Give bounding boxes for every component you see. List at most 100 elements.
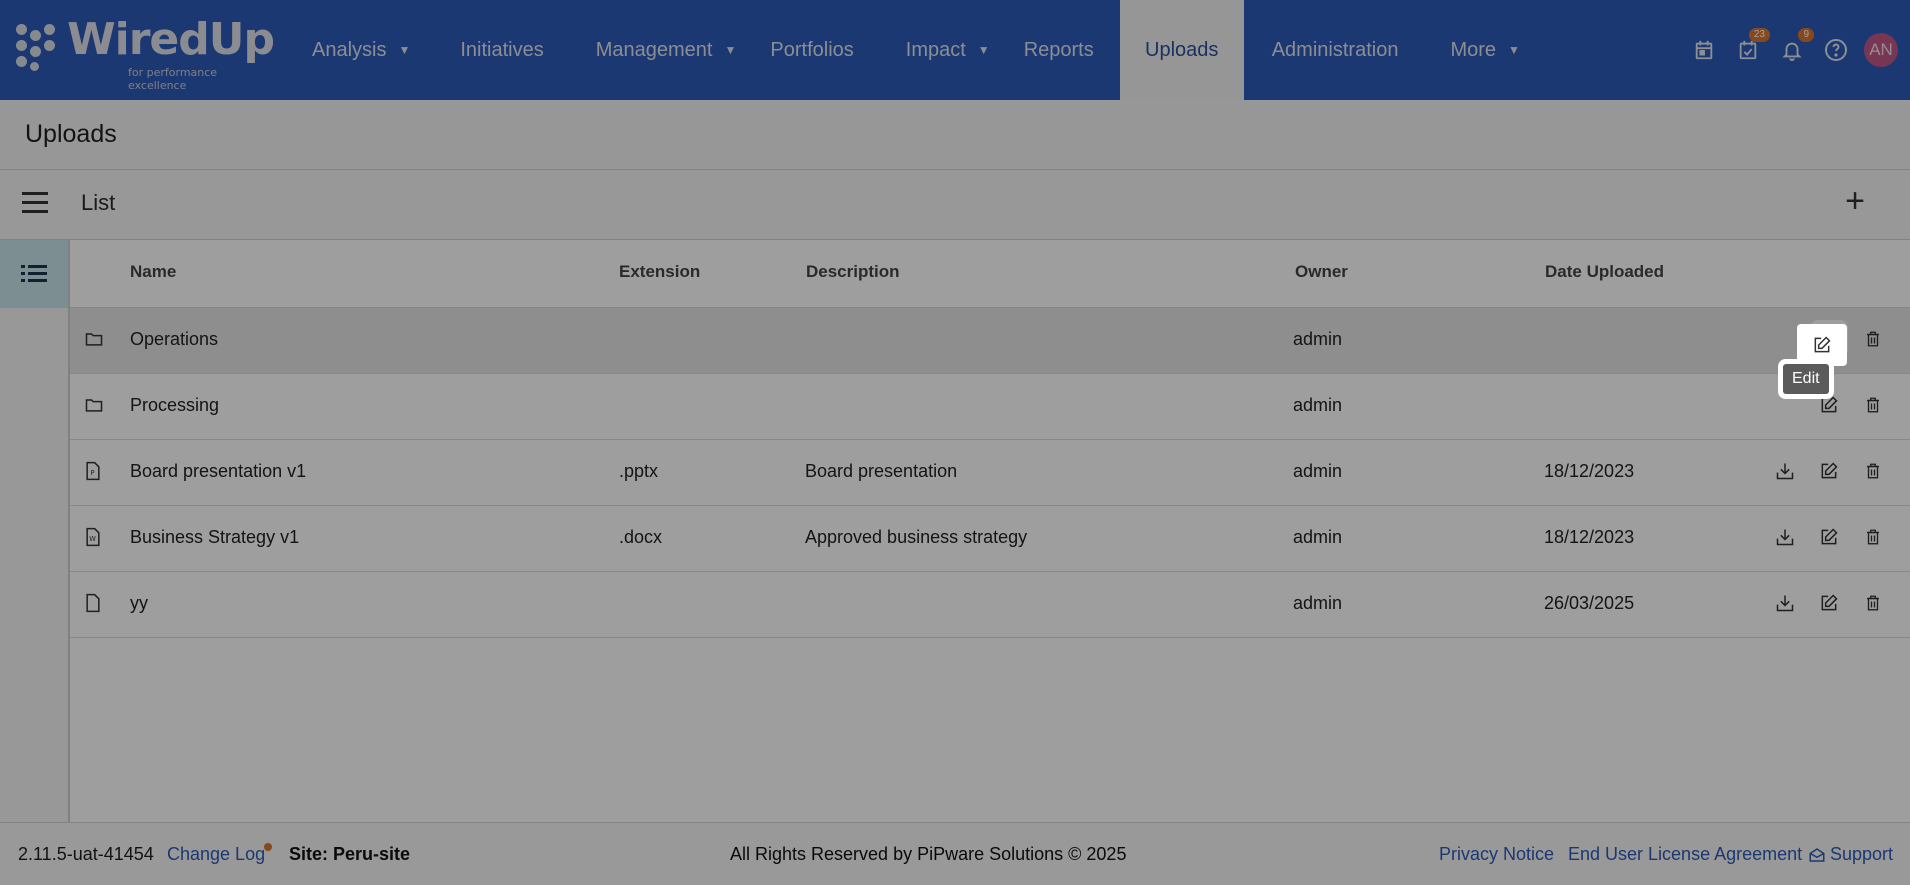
edit-button[interactable] xyxy=(1814,522,1844,552)
edit-icon xyxy=(1821,594,1838,611)
nav-administration-label: Administration xyxy=(1271,38,1399,61)
row-owner: admin xyxy=(1293,395,1343,415)
nav-uploads[interactable]: Uploads xyxy=(1119,0,1244,100)
trash-icon xyxy=(1867,463,1879,479)
nav-management-label: Management xyxy=(595,38,713,61)
edit-icon xyxy=(1821,396,1838,413)
main-menu: Analysis ▼ Initiatives Management ▼ Portfo… xyxy=(290,0,1542,100)
eula-link[interactable]: End User License Agreement xyxy=(1568,844,1802,865)
header-extension[interactable]: Extension xyxy=(619,262,700,282)
download-button[interactable] xyxy=(1770,588,1800,618)
row-name: Board presentation v1 xyxy=(130,461,307,481)
row-actions xyxy=(1814,390,1888,420)
download-button[interactable] xyxy=(1770,522,1800,552)
nav-administration[interactable]: Administration xyxy=(1244,0,1425,100)
delete-button[interactable] xyxy=(1858,588,1888,618)
logo-tagline: for performance excellence xyxy=(128,66,218,92)
row-owner: admin xyxy=(1293,527,1343,547)
row-date: 26/03/2025 xyxy=(1544,593,1635,613)
row-name: yy xyxy=(130,593,148,613)
change-log-indicator xyxy=(264,843,272,851)
logo-text: WiredUp xyxy=(67,14,275,65)
caret-down-icon: ▼ xyxy=(977,43,990,57)
row-extension: .docx xyxy=(619,527,663,547)
edit-button[interactable] xyxy=(1814,456,1844,486)
app-version: 2.11.5-uat-41454 xyxy=(18,844,154,864)
nav-initiatives[interactable]: Initiatives xyxy=(432,0,569,100)
header-date-uploaded[interactable]: Date Uploaded xyxy=(1545,262,1664,282)
support-label: Support xyxy=(1830,844,1894,864)
user-avatar[interactable]: AN xyxy=(1864,33,1898,67)
row-actions xyxy=(1770,456,1888,486)
nav-management[interactable]: Management ▼ xyxy=(570,0,763,100)
privacy-notice-link[interactable]: Privacy Notice xyxy=(1439,844,1554,865)
tasks-badge: 23 xyxy=(1748,28,1770,42)
add-upload-button[interactable]: + xyxy=(1838,184,1872,220)
table-row[interactable]: Processing admin xyxy=(70,374,1910,440)
nav-more-label: More xyxy=(1450,38,1497,61)
calendar-icon[interactable] xyxy=(1682,28,1726,72)
table-row[interactable]: W Business Strategy v1 .docx Approved bu… xyxy=(70,506,1910,572)
nav-reports[interactable]: Reports xyxy=(1016,0,1120,100)
nav-impact-label: Impact xyxy=(905,38,966,61)
folder-icon xyxy=(84,329,104,351)
header-owner[interactable]: Owner xyxy=(1295,262,1348,282)
header-description[interactable]: Description xyxy=(806,262,900,282)
row-name: Operations xyxy=(130,329,219,349)
nav-initiatives-label: Initiatives xyxy=(460,38,544,61)
delete-button[interactable] xyxy=(1858,324,1888,354)
delete-button[interactable] xyxy=(1858,390,1888,420)
svg-text:P: P xyxy=(91,469,95,477)
notifications-badge: 9 xyxy=(1798,28,1814,42)
delete-button[interactable] xyxy=(1858,522,1888,552)
nav-impact[interactable]: Impact ▼ xyxy=(880,0,1016,100)
trash-icon xyxy=(1867,331,1879,347)
site-label: Site: Peru-site xyxy=(289,844,411,864)
download-icon xyxy=(1776,463,1794,480)
nav-analysis[interactable]: Analysis ▼ xyxy=(290,0,432,100)
edit-button[interactable] xyxy=(1814,390,1844,420)
nav-reports-label: Reports xyxy=(1023,38,1094,61)
page-title-bar: Uploads xyxy=(0,100,1910,170)
header-name[interactable]: Name xyxy=(130,262,176,282)
list-view-button[interactable] xyxy=(0,240,68,308)
nav-more[interactable]: More ▼ xyxy=(1424,0,1541,100)
nav-analysis-label: Analysis xyxy=(312,38,387,61)
table-row[interactable]: yy admin 26/03/2025 xyxy=(70,572,1910,638)
row-actions xyxy=(1770,522,1888,552)
caret-down-icon: ▼ xyxy=(724,43,737,57)
uploads-table: Name Extension Description Owner Date Up… xyxy=(70,240,1910,822)
table-header: Name Extension Description Owner Date Up… xyxy=(70,240,1910,308)
delete-button[interactable] xyxy=(1858,456,1888,486)
nav-portfolios[interactable]: Portfolios xyxy=(762,0,879,100)
top-navigation: WiredUp for performance excellence Analy… xyxy=(0,0,1910,100)
file-icon xyxy=(84,593,104,615)
powerpoint-file-icon: P xyxy=(84,461,104,483)
edit-icon xyxy=(1821,462,1838,479)
list-title: List xyxy=(81,190,116,215)
support-link[interactable]: Support xyxy=(1808,844,1893,865)
row-description: Board presentation xyxy=(805,461,958,481)
row-name: Processing xyxy=(130,395,220,415)
change-log-link[interactable]: Change Log xyxy=(167,844,265,865)
edit-icon xyxy=(1821,528,1838,545)
svg-text:W: W xyxy=(89,535,96,543)
edit-button[interactable] xyxy=(1814,588,1844,618)
list-view-icon xyxy=(21,265,47,282)
page-title: Uploads xyxy=(25,120,117,148)
row-description: Approved business strategy xyxy=(805,527,1028,547)
bell-icon[interactable]: 9 xyxy=(1770,28,1814,72)
highlighted-edit-button[interactable] xyxy=(1797,324,1847,366)
help-icon[interactable] xyxy=(1814,28,1858,72)
side-rail xyxy=(0,240,70,822)
table-row[interactable]: Operations admin xyxy=(70,308,1910,374)
table-row[interactable]: P Board presentation v1 .pptx Board pres… xyxy=(70,440,1910,506)
hamburger-menu-icon[interactable] xyxy=(22,192,48,214)
trash-icon xyxy=(1867,595,1879,611)
row-extension: .pptx xyxy=(619,461,659,481)
download-button[interactable] xyxy=(1770,456,1800,486)
wiredup-logo[interactable]: WiredUp for performance excellence xyxy=(16,14,275,92)
edit-tooltip: Edit xyxy=(1783,364,1829,394)
table-scrollbar[interactable] xyxy=(1902,308,1910,822)
task-check-icon[interactable]: 23 xyxy=(1726,28,1770,72)
